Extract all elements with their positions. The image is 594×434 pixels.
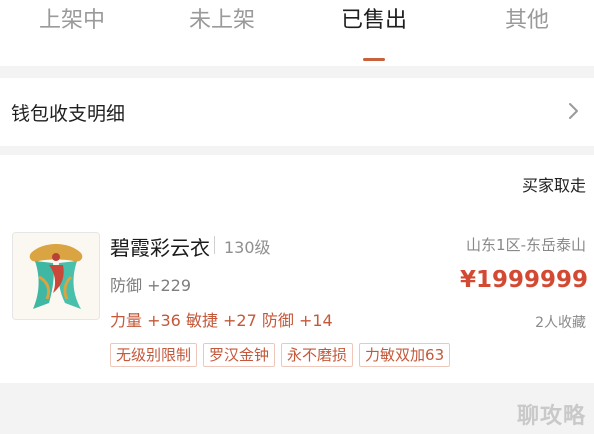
wallet-details-row[interactable]: 钱包收支明细 [0, 78, 594, 146]
tag-arhat-golden-bell: 罗汉金钟 [203, 343, 276, 367]
sold-item-card: 买家取走 碧霞彩云衣 130级 山东1区-东岳泰山 防御 +229 ¥19999… [0, 155, 594, 383]
tag-no-level-limit: 无级别限制 [110, 343, 198, 367]
buyer-collected-status: 买家取走 [521, 176, 586, 195]
item-defense: 防御 +229 [110, 276, 192, 295]
item-image[interactable] [12, 232, 100, 320]
name-level-divider [214, 236, 215, 254]
tag-never-wear: 永不磨损 [281, 343, 354, 367]
item-name[interactable]: 碧霞彩云衣 [110, 232, 210, 261]
chevron-right-icon [568, 102, 580, 124]
item-attributes: 力量 +36 敏捷 +27 防御 +14 [110, 311, 333, 330]
tab-listed[interactable]: 上架中 [32, 4, 112, 38]
item-tags: 无级别限制 罗汉金钟 永不磨损 力敏双加63 [110, 343, 451, 369]
active-tab-indicator [363, 58, 385, 61]
item-level: 130级 [224, 238, 271, 257]
tag-str-agi-bonus: 力敏双加63 [359, 343, 451, 367]
watermark: 聊攻略 [516, 404, 586, 429]
item-price: ¥1999999 [459, 267, 588, 293]
wallet-details-label: 钱包收支明细 [11, 103, 126, 125]
tab-other[interactable]: 其他 [492, 4, 562, 38]
status-tabs: 上架中 未上架 已售出 其他 [0, 0, 594, 66]
favorites-count: 2人收藏 [535, 315, 586, 331]
robe-icon [29, 244, 83, 309]
tab-unlisted[interactable]: 未上架 [182, 4, 262, 38]
server-name: 山东1区-东岳泰山 [466, 236, 586, 254]
tab-sold[interactable]: 已售出 [334, 4, 414, 38]
